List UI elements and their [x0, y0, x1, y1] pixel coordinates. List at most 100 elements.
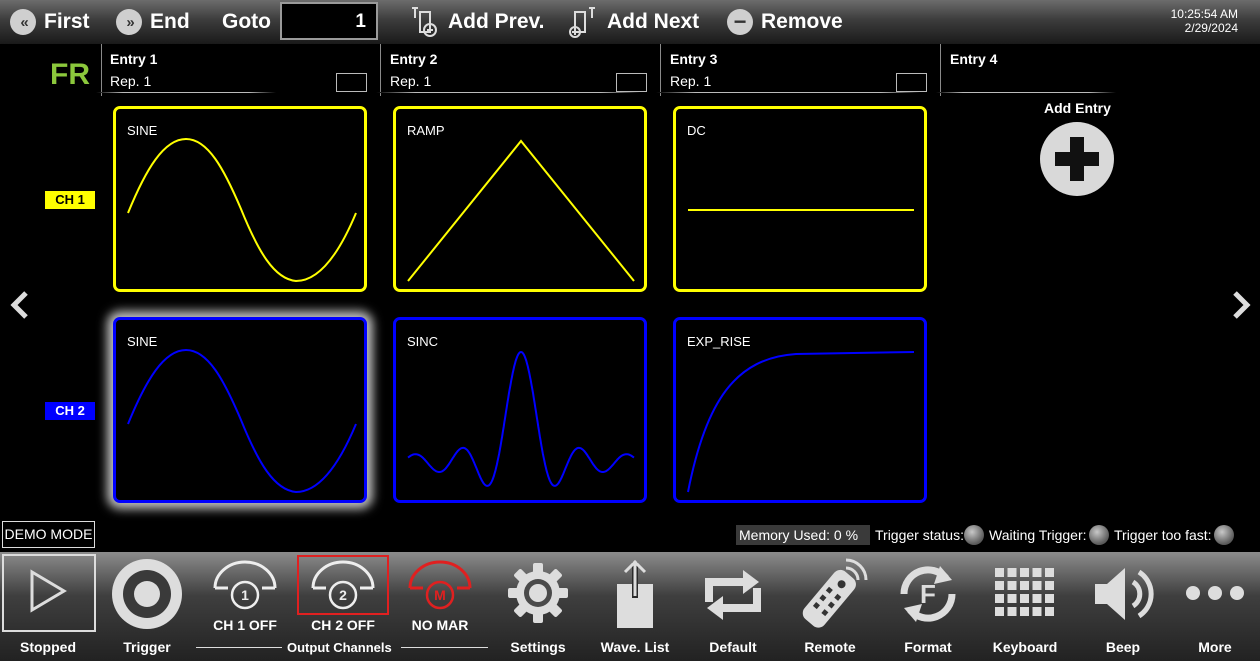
settings-button[interactable]: Settings: [490, 552, 586, 661]
clock-date: 2/29/2024: [1184, 21, 1238, 35]
wave-list-button[interactable]: Wave. List: [587, 552, 683, 661]
trigger-icon: [112, 559, 182, 629]
channel-1-number: 1: [241, 587, 249, 603]
keyboard-button[interactable]: Keyboard: [977, 552, 1073, 661]
wave-cell-ch2-entry1[interactable]: SINE: [113, 317, 367, 503]
add-next-button[interactable]: Add Next: [567, 0, 699, 44]
entry-2-rep-input[interactable]: [616, 73, 647, 92]
header-underline: [936, 92, 1116, 93]
keyboard-label: Keyboard: [992, 639, 1058, 655]
end-button[interactable]: » End: [116, 0, 190, 44]
more-button[interactable]: More: [1167, 552, 1260, 661]
entry-3-title[interactable]: Entry 3: [670, 51, 717, 67]
trigger-button[interactable]: Trigger: [99, 552, 195, 661]
minus-icon: −: [727, 9, 753, 35]
default-label: Default: [709, 639, 757, 655]
run-stop-button[interactable]: Stopped: [0, 552, 96, 661]
channel-2-label: CH 2: [45, 402, 95, 420]
chevron-right-icon: [1233, 291, 1251, 319]
play-icon: [30, 569, 67, 613]
chevron-left-icon: [10, 291, 28, 319]
repeat-icon: [705, 570, 761, 620]
ramp-waveform: [407, 139, 635, 282]
column-divider: [380, 44, 381, 96]
add-entry-label: Add Entry: [1044, 100, 1111, 116]
beep-label: Beep: [1105, 639, 1141, 655]
speaker-icon: [1095, 568, 1154, 620]
trigger-too-fast-label: Trigger too fast:: [1114, 527, 1212, 543]
gear-icon: [508, 563, 568, 623]
sine-waveform: [127, 137, 357, 283]
sine-waveform: [127, 348, 357, 494]
column-divider: [660, 44, 661, 96]
output-channels-divider: [401, 647, 488, 648]
marker-output-icon: M: [408, 560, 472, 610]
next-page-button[interactable]: [1226, 288, 1256, 322]
first-button[interactable]: « First: [10, 0, 90, 44]
ch1-output-label: CH 1 OFF: [213, 617, 277, 633]
default-button[interactable]: Default: [685, 552, 781, 661]
insert-before-icon: [412, 7, 437, 37]
dc-waveform: [688, 209, 914, 211]
entry-2-title[interactable]: Entry 2: [390, 51, 437, 67]
format-button[interactable]: F Format: [880, 552, 976, 661]
format-icon: F: [900, 566, 956, 622]
add-prev-button[interactable]: Add Prev.: [410, 0, 544, 44]
column-divider: [101, 44, 102, 96]
sinc-waveform: [407, 350, 635, 487]
trigger-label: Trigger: [123, 639, 171, 655]
output-channels-divider: [196, 647, 282, 648]
wave-cell-ch2-entry2[interactable]: SINC: [393, 317, 647, 503]
remote-control-icon: [802, 558, 868, 628]
wave-cell-ch1-entry2[interactable]: RAMP: [393, 106, 647, 292]
entry-2-rep: Rep. 1: [390, 73, 432, 89]
more-dots-icon: [1186, 586, 1244, 600]
run-stop-label: Stopped: [20, 639, 76, 655]
double-chevron-right-icon: »: [116, 9, 142, 35]
insert-after-icon: [569, 7, 595, 38]
remote-button[interactable]: Remote: [782, 552, 878, 661]
channel-2-number: 2: [339, 587, 347, 603]
entry-3-rep: Rep. 1: [670, 73, 712, 89]
previous-page-button[interactable]: [5, 288, 35, 322]
channel-2-output-icon: 2: [311, 560, 375, 610]
waiting-trigger-label: Waiting Trigger:: [989, 527, 1087, 543]
waiting-trigger-led: [1089, 525, 1109, 545]
goto-label: Goto: [222, 10, 271, 33]
entry-4-title[interactable]: Entry 4: [950, 51, 997, 67]
bottom-toolbar: Stopped Trigger 1 CH 1 OFF 2 CH 2 OFF M …: [0, 552, 1260, 661]
clock-time: 10:25:54 AM: [1170, 7, 1238, 21]
wave-list-label: Wave. List: [600, 639, 670, 655]
wave-cell-ch1-entry3[interactable]: DC: [673, 106, 927, 292]
trigger-status-label: Trigger status:: [875, 527, 964, 543]
column-divider: [940, 44, 941, 96]
exp-rise-waveform: [687, 351, 915, 493]
marker-output-button[interactable]: M NO MAR: [392, 552, 488, 661]
memory-used: Memory Used: 0 %: [736, 525, 870, 545]
wave-cell-ch2-entry3[interactable]: EXP_RISE: [673, 317, 927, 503]
entry-3-rep-input[interactable]: [896, 73, 927, 92]
keypad-icon: [995, 568, 1054, 616]
wave-cell-ch1-entry1[interactable]: SINE: [113, 106, 367, 292]
entry-1-rep: Rep. 1: [110, 73, 152, 89]
settings-label: Settings: [510, 639, 566, 655]
beep-button[interactable]: Beep: [1075, 552, 1171, 661]
goto-input[interactable]: 1: [280, 2, 378, 40]
double-chevron-left-icon: «: [10, 9, 36, 35]
mode-badge: FR: [50, 58, 90, 91]
ch1-output-button[interactable]: 1 CH 1 OFF: [197, 552, 293, 661]
entry-1-title[interactable]: Entry 1: [110, 51, 157, 67]
trigger-status-led: [964, 525, 984, 545]
remove-button[interactable]: − Remove: [727, 0, 843, 44]
add-entry-button[interactable]: [1040, 122, 1114, 196]
channel-1-label: CH 1: [45, 191, 95, 209]
trigger-too-fast-led: [1214, 525, 1234, 545]
entry-1-rep-input[interactable]: [336, 73, 367, 92]
header-underline: [376, 92, 640, 93]
demo-mode-badge: DEMO MODE: [2, 521, 95, 548]
header-underline: [96, 92, 276, 93]
ch2-output-label: CH 2 OFF: [311, 617, 375, 633]
clock: 10:25:54 AM 2/29/2024: [1171, 7, 1238, 35]
more-label: More: [1198, 639, 1232, 655]
output-channels-label: Output Channels: [287, 640, 392, 655]
